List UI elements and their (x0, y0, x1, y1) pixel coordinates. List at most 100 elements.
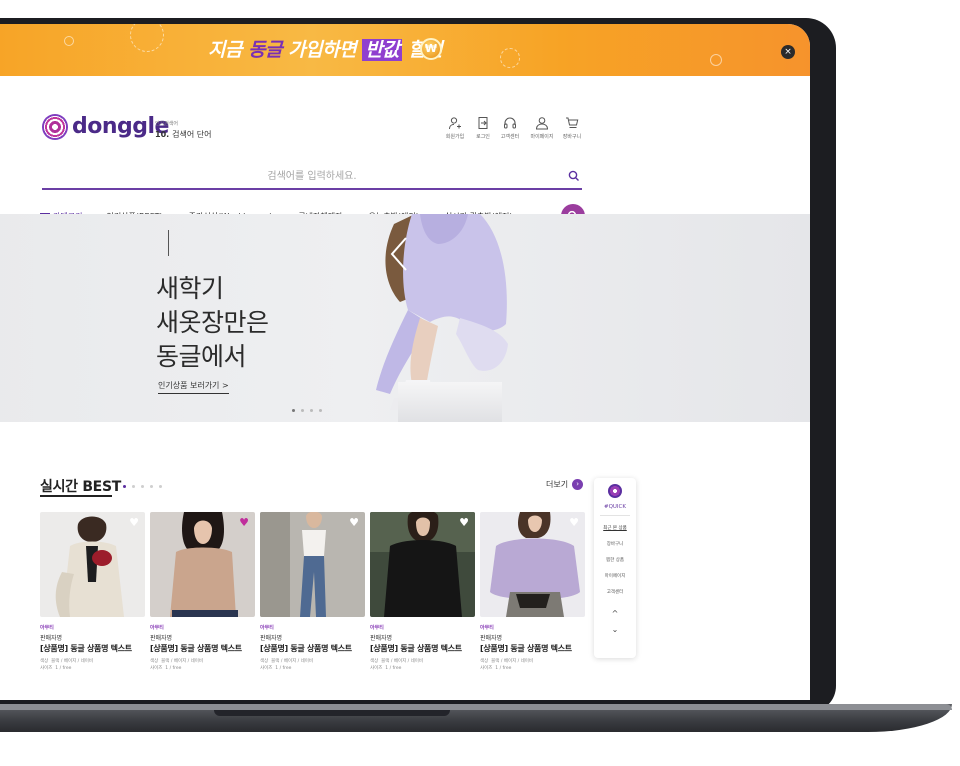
promo-highlight-donggle: 동글 (248, 39, 283, 61)
product-color-option: 색상 블랙 / 베이지 / 네이비 (370, 659, 424, 664)
hero-banner[interactable]: 새학기 새옷장만은 동글에서 인기상품 보러가기 > (0, 214, 810, 422)
product-name[interactable]: [상품명] 동글 상품명 텍스트 (260, 643, 352, 654)
quick-menu: #QUICK 최근 본 상품 장바구니 찜한 상품 마이페이지 고객센터 ^ ⌄ (594, 478, 636, 658)
decor-circle (64, 36, 74, 46)
best-dot[interactable] (123, 485, 126, 488)
chevron-left-icon[interactable] (388, 234, 410, 274)
best-dot[interactable] (159, 485, 162, 488)
best-dot[interactable] (150, 485, 153, 488)
heart-icon[interactable]: ♥ (129, 517, 139, 528)
product-color-option: 색상 블랙 / 베이지 / 네이비 (150, 659, 204, 664)
customer-center-link[interactable]: 고객센터 (495, 116, 525, 140)
logo-mark-icon[interactable] (42, 114, 68, 140)
hero-cta-link[interactable]: 인기상품 보러가기 > (158, 380, 229, 394)
best-more-link[interactable]: 더보기 › (546, 479, 584, 490)
quick-item-mypage[interactable]: 마이페이지 (594, 573, 636, 579)
customer-center-label: 고객센터 (500, 134, 520, 140)
more-label: 더보기 (546, 480, 569, 489)
quick-item-cart[interactable]: 장바구니 (594, 541, 636, 547)
product-image[interactable]: ♥ (480, 512, 585, 617)
quick-title: #QUICK (603, 504, 627, 510)
cart-icon (566, 117, 579, 128)
product-image[interactable]: ♥ (40, 512, 145, 617)
quick-item-wishlist[interactable]: 찜한 상품 (594, 557, 636, 563)
product-name[interactable]: [상품명] 동글 상품명 텍스트 (370, 643, 462, 654)
product-name[interactable]: [상품명] 동글 상품명 텍스트 (480, 643, 572, 654)
mypage-label: 마이페이지 (530, 134, 554, 140)
quick-logo-icon (608, 484, 622, 498)
chevron-right-icon: › (572, 479, 584, 490)
product-size-option: 사이즈 1 / free (480, 666, 512, 671)
product-seller: 판매자명 (480, 635, 503, 642)
coin-icon: ₩ (420, 38, 442, 60)
best-pagination (123, 485, 162, 488)
promo-text: 지금 동글 가입하면 반값 할인 (208, 35, 443, 62)
hero-pagination (292, 409, 322, 412)
product-seller: 판매자명 (260, 635, 283, 642)
signup-label: 회원가입 (445, 134, 465, 140)
laptop-frame: 지금 동글 가입하면 반값 할인 ₩ × donggle 인기검색어 10.검색… (0, 18, 836, 712)
product-seller: 판매자명 (40, 635, 63, 642)
cart-label: 장바구니 (562, 134, 582, 140)
quick-divider (600, 515, 630, 516)
login-link[interactable]: 로그인 (468, 116, 498, 140)
laptop-base-notch (214, 710, 450, 716)
product-size-option: 사이즈 1 / free (40, 666, 72, 671)
popular-search-caption: 인기검색어 (155, 121, 179, 127)
laptop-base-edge (0, 704, 952, 710)
close-icon[interactable]: × (781, 45, 795, 59)
browser-screen: 지금 동글 가입하면 반값 할인 ₩ × donggle 인기검색어 10.검색… (0, 24, 810, 700)
signup-link[interactable]: 회원가입 (440, 116, 470, 140)
user-plus-icon (449, 117, 461, 130)
product-seller: 판매자명 (370, 635, 393, 642)
best-dot[interactable] (132, 485, 135, 488)
search-input[interactable] (42, 164, 582, 190)
best-section-title: 실시간 BEST (40, 479, 121, 495)
best-title-underline (40, 495, 112, 497)
hero-pedestal (398, 382, 502, 422)
search-icon[interactable] (568, 170, 580, 182)
site-header: donggle 인기검색어 10. 검색어 단어 회원가입 로그인 고객센터 마… (0, 76, 810, 232)
cart-link[interactable]: 장바구니 (557, 116, 587, 140)
decor-ring (130, 24, 164, 52)
mypage-link[interactable]: 마이페이지 (527, 116, 557, 140)
hero-dot[interactable] (319, 409, 322, 412)
product-brand: 아무티 (480, 625, 494, 631)
best-dot[interactable] (141, 485, 144, 488)
product-brand: 아무티 (150, 625, 164, 631)
user-icon (535, 117, 549, 130)
promo-banner[interactable]: 지금 동글 가입하면 반값 할인 ₩ × (0, 24, 810, 76)
product-name[interactable]: [상품명] 동글 상품명 텍스트 (150, 643, 242, 654)
hero-title: 새학기 새옷장만은 동글에서 (156, 274, 269, 371)
chevron-down-icon[interactable]: ⌄ (594, 626, 636, 634)
heart-icon[interactable]: ♥ (349, 517, 359, 528)
product-color-option: 색상 블랙 / 베이지 / 네이비 (40, 659, 94, 664)
product-image[interactable]: ♥ (260, 512, 365, 617)
decor-circle (710, 54, 722, 66)
hero-dot[interactable] (310, 409, 313, 412)
chevron-up-icon[interactable]: ^ (594, 610, 636, 618)
heart-icon[interactable]: ♥ (239, 517, 249, 528)
heart-icon[interactable]: ♥ (569, 517, 579, 528)
quick-item-customer-center[interactable]: 고객센터 (594, 589, 636, 595)
login-icon (478, 117, 488, 129)
heart-icon[interactable]: ♥ (459, 517, 469, 528)
laptop-mockup: 지금 동글 가입하면 반값 할인 ₩ × donggle 인기검색어 10.검색… (0, 0, 960, 766)
product-brand: 아무티 (370, 625, 384, 631)
hero-dot[interactable] (301, 409, 304, 412)
login-label: 로그인 (476, 134, 490, 140)
product-name[interactable]: [상품명] 동글 상품명 텍스트 (40, 643, 132, 654)
hero-dot[interactable] (292, 409, 295, 412)
product-brand: 아무티 (40, 625, 54, 631)
product-size-option: 사이즈 1 / free (260, 666, 292, 671)
product-image[interactable]: ♥ (150, 512, 255, 617)
quick-item-recent[interactable]: 최근 본 상품 (594, 525, 636, 531)
popular-search-keyword[interactable]: 10. 검색어 단어 (155, 129, 212, 140)
product-seller: 판매자명 (150, 635, 173, 642)
product-brand: 아무티 (260, 625, 274, 631)
promo-highlight-half: 반값 (362, 39, 403, 61)
product-color-option: 색상 블랙 / 베이지 / 네이비 (260, 659, 314, 664)
product-image[interactable]: ♥ (370, 512, 475, 617)
headset-icon (504, 117, 516, 129)
product-color-option: 색상 블랙 / 베이지 / 네이비 (480, 659, 534, 664)
